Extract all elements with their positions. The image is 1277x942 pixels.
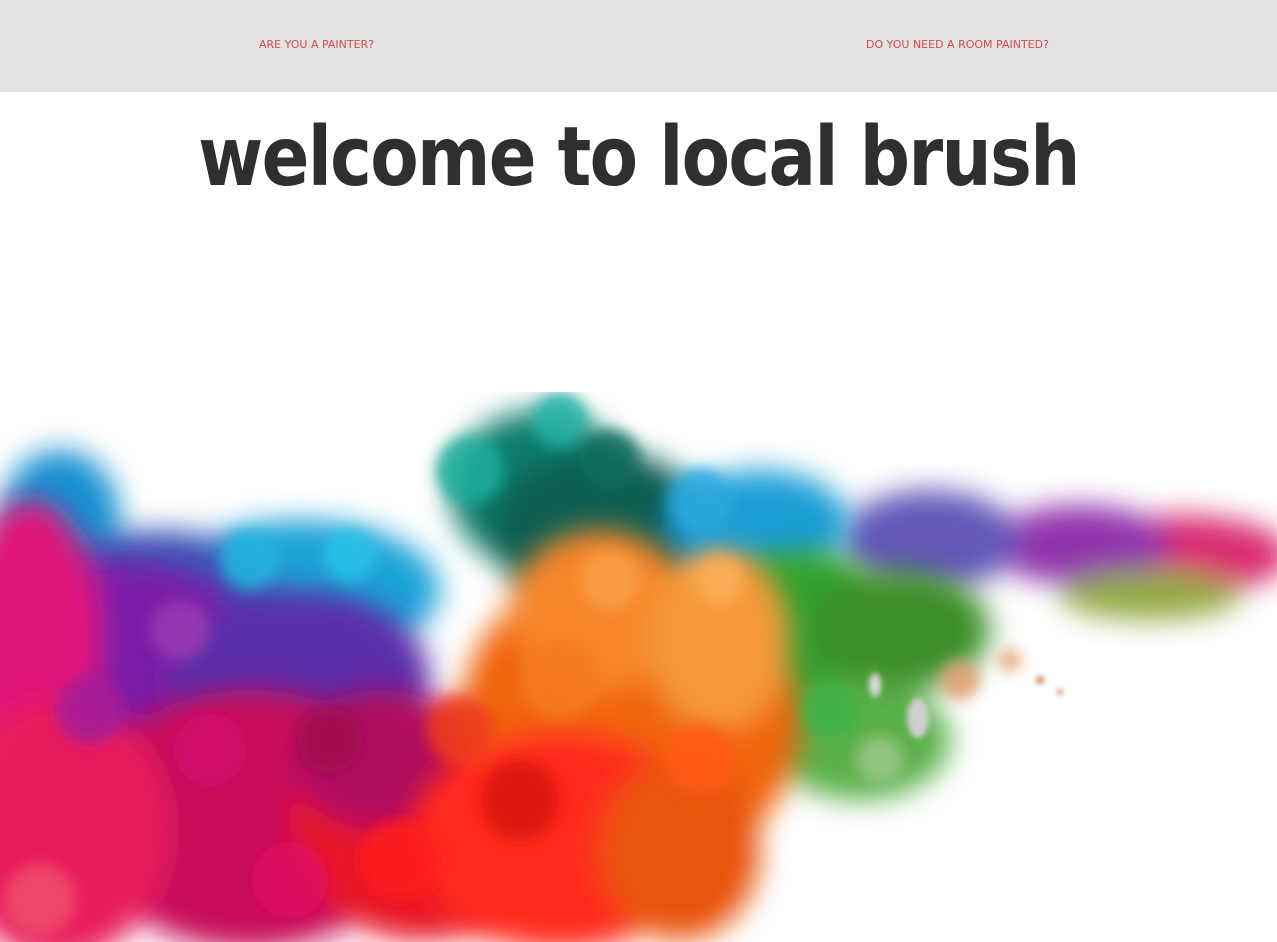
nav-link-are-you-a-painter[interactable]: ARE YOU A PAINTER? (259, 38, 374, 52)
ink-splash-illustration (0, 380, 1277, 942)
nav-link-need-room-painted[interactable]: DO YOU NEED A ROOM PAINTED? (866, 38, 1049, 52)
page-title: welcome to local brush (198, 110, 1080, 205)
top-nav-bar: ARE YOU A PAINTER? DO YOU NEED A ROOM PA… (0, 0, 1277, 92)
page: ARE YOU A PAINTER? DO YOU NEED A ROOM PA… (0, 0, 1277, 942)
